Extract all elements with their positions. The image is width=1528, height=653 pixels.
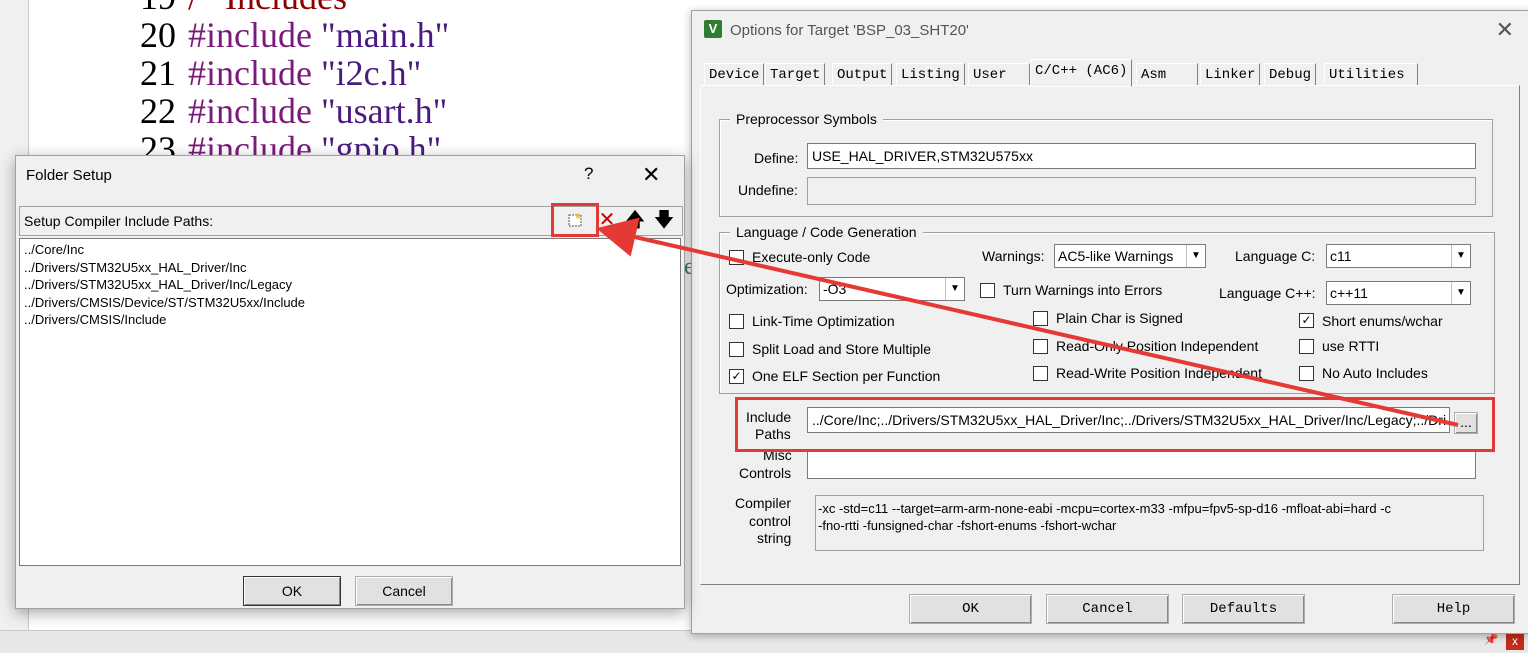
annotation-arrow [596, 217, 1459, 427]
tab-cc-ac6[interactable]: C/C++ (AC6) [1030, 59, 1133, 87]
